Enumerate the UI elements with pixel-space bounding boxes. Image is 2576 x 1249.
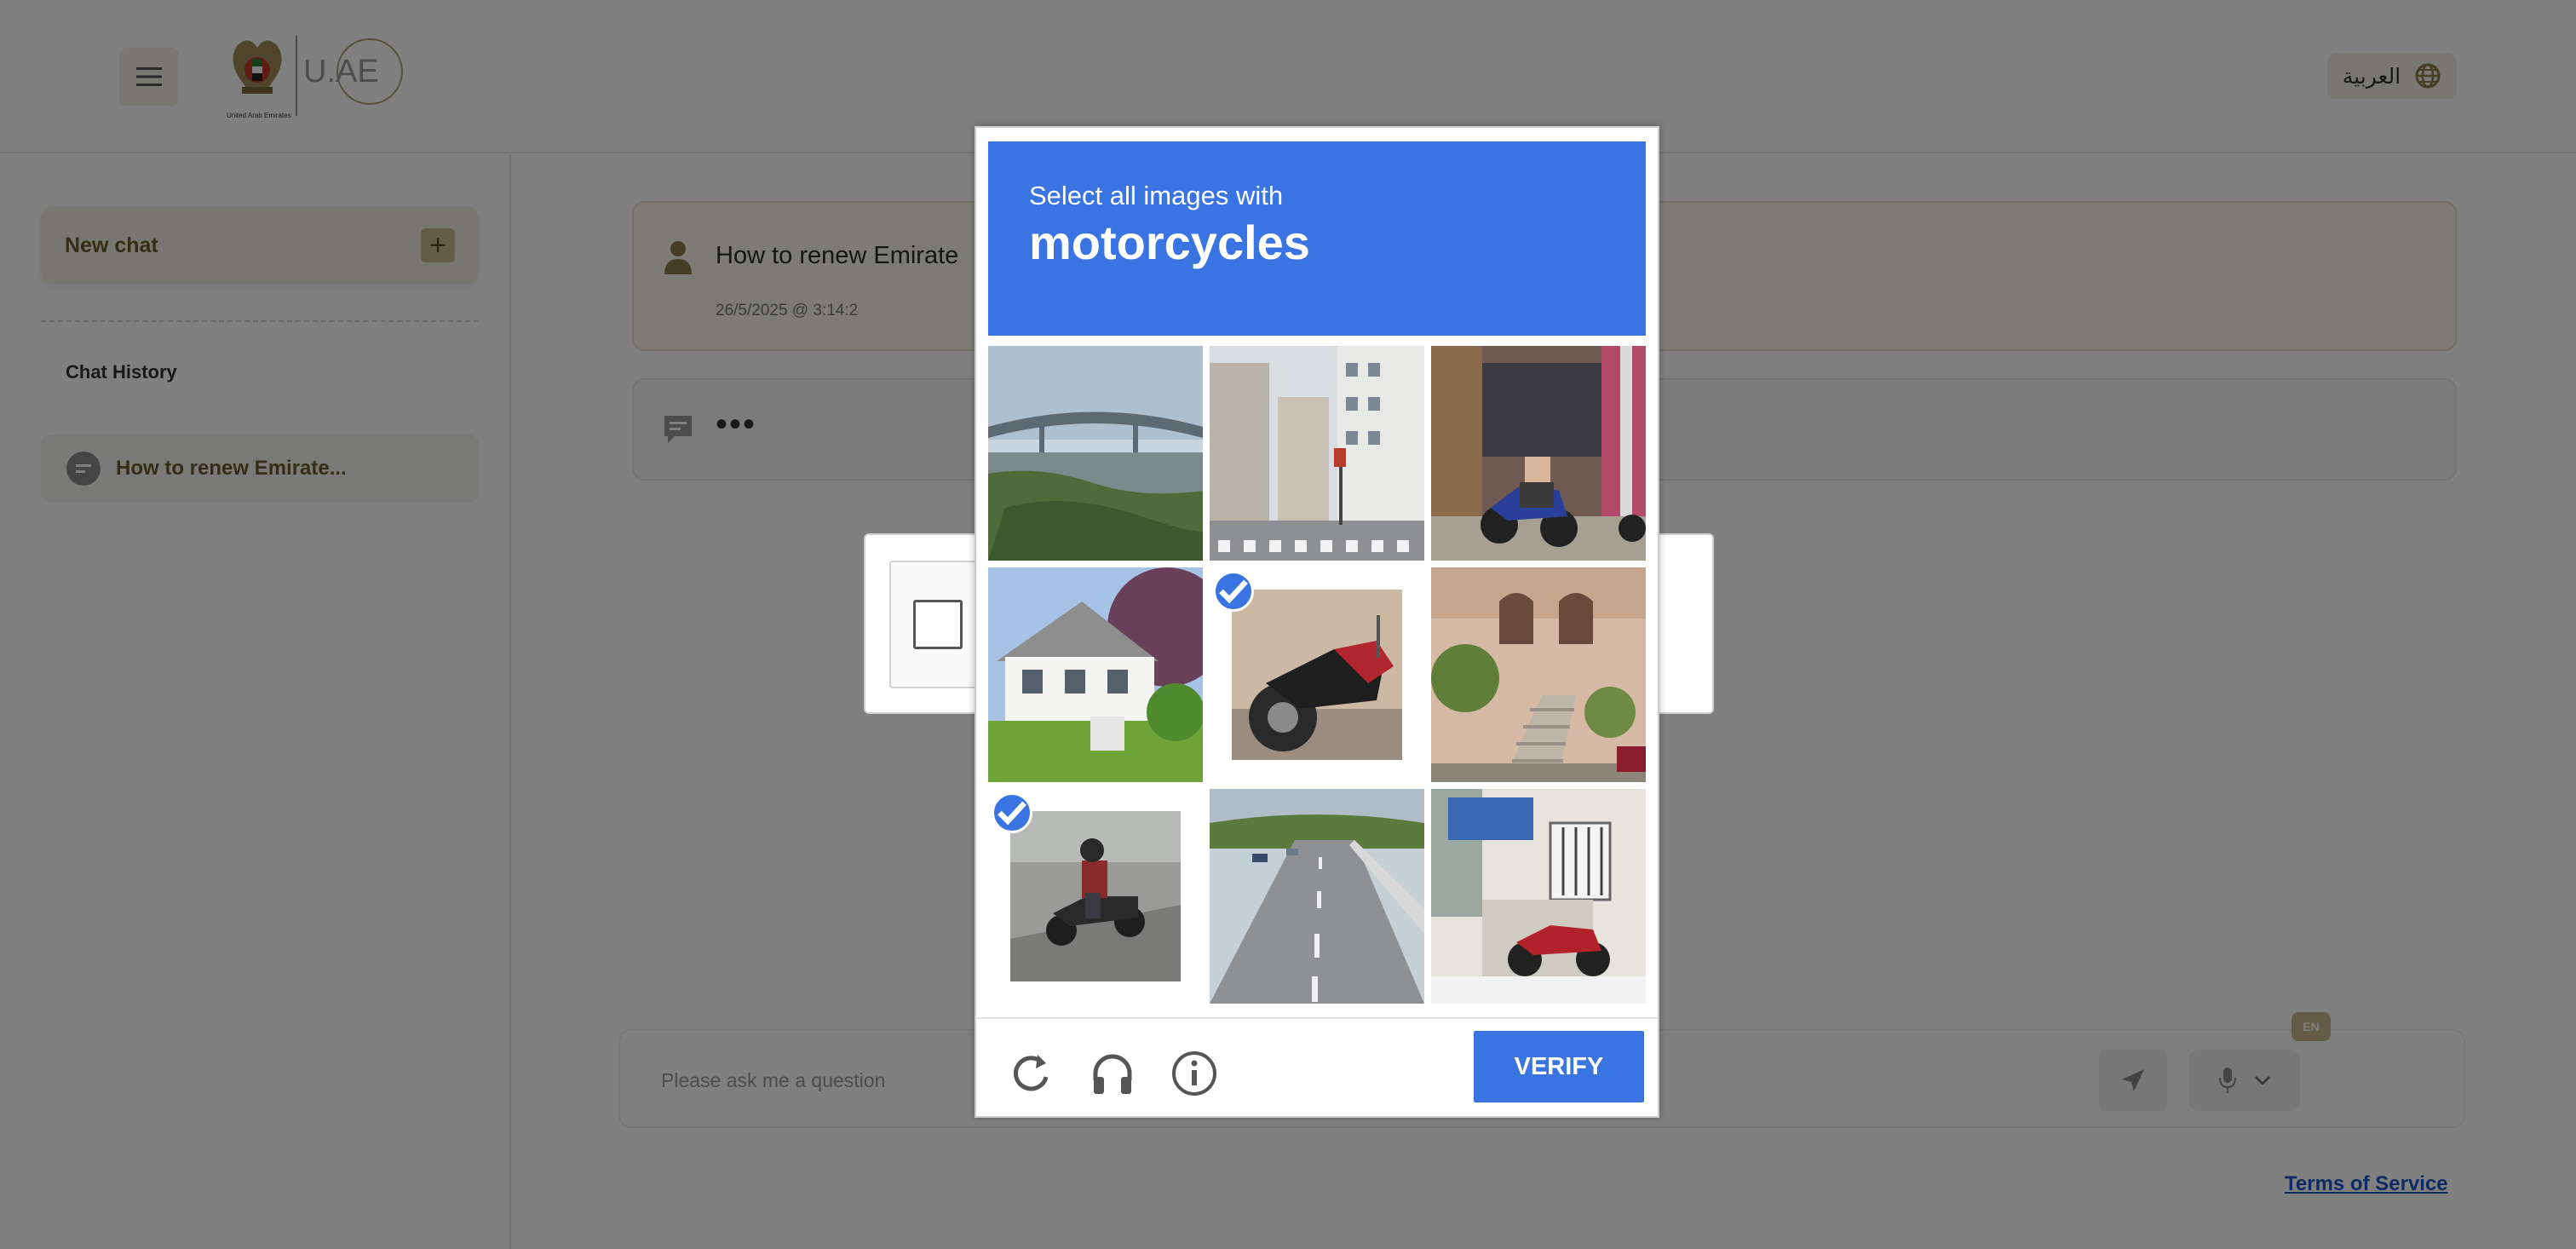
city-street-image	[1210, 346, 1424, 561]
captcha-tile-motorcycle-closeup[interactable]	[1210, 567, 1424, 782]
motorcycle-closeup-image	[1232, 590, 1402, 760]
white-house-image	[988, 567, 1203, 782]
highway-image	[1210, 789, 1424, 1004]
captcha-tile-motorcycle-by-building[interactable]	[1431, 789, 1646, 1004]
checkmark-icon	[992, 792, 1032, 833]
captcha-tile-house-with-stairs[interactable]	[1431, 567, 1646, 782]
headphones-icon[interactable]	[1087, 1048, 1138, 1099]
captcha-checkbox[interactable]	[913, 600, 963, 649]
captcha-tile-highway[interactable]	[1210, 789, 1424, 1004]
motorcycle-rider-image	[1010, 811, 1181, 981]
reload-icon[interactable]	[1005, 1048, 1056, 1099]
captcha-footer-divider	[976, 1017, 1658, 1019]
captcha-instruction: Select all images with	[1029, 181, 1284, 210]
captcha-tile-river-bridge[interactable]	[988, 346, 1203, 561]
captcha-target: motorcycles	[1029, 216, 1310, 269]
captcha-tile-white-house[interactable]	[988, 567, 1203, 782]
captcha-tile-city-street[interactable]	[1210, 346, 1424, 561]
captcha-tile-shop-with-motorcycles[interactable]	[1431, 346, 1646, 561]
info-icon[interactable]	[1169, 1048, 1220, 1099]
river-bridge-image	[988, 346, 1203, 561]
checkmark-icon	[1213, 571, 1254, 612]
captcha-header: Select all images with motorcycles	[988, 141, 1646, 336]
house-with-stairs-image	[1431, 567, 1646, 782]
verify-button[interactable]: VERIFY	[1474, 1031, 1644, 1102]
motorcycle-by-building-image	[1431, 789, 1646, 1004]
captcha-image-grid	[988, 346, 1646, 1004]
captcha-challenge-dialog: Select all images with motorcycles VERIF…	[975, 126, 1659, 1118]
captcha-tile-motorcycle-rider[interactable]	[988, 789, 1203, 1004]
shop-with-motorcycles-image	[1431, 346, 1646, 561]
